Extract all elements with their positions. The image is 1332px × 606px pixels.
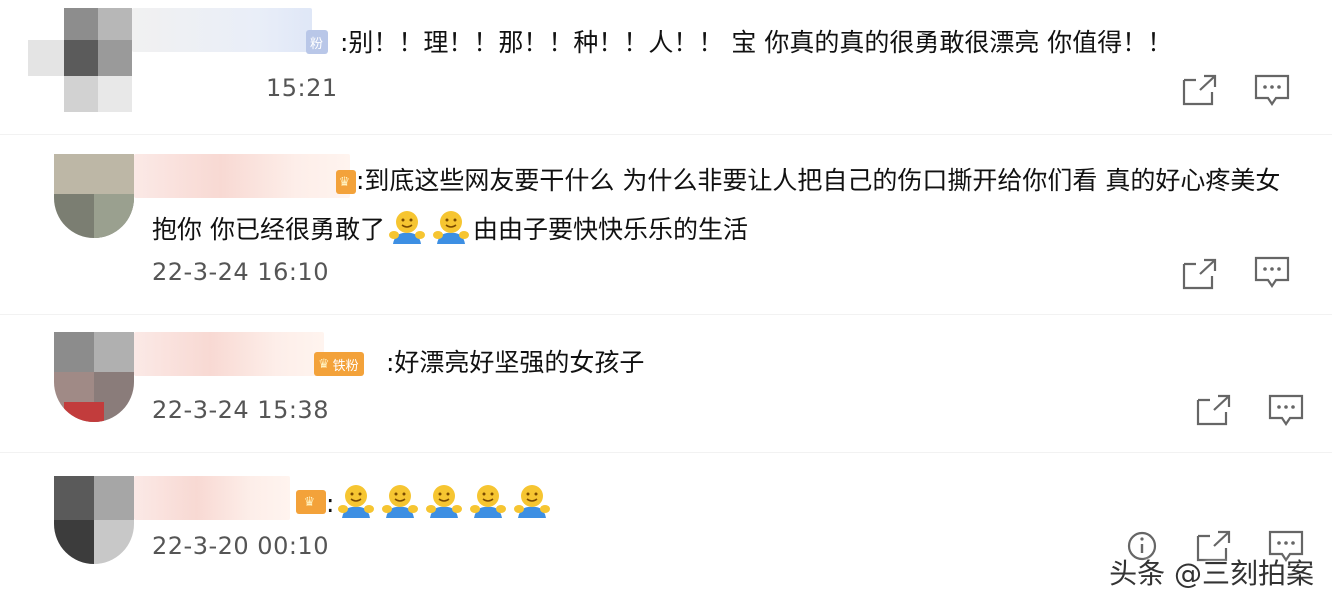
comment-text: : [326,482,554,521]
hug-emoji [387,208,427,246]
badge-label: 铁粉 [332,358,359,374]
username-blurred[interactable] [134,476,290,520]
share-icon[interactable] [1182,74,1218,106]
comment-item-2: ♛ :到底这些网友要干什么 为什么非要让人把自己的伤口撕开给你们看 真的好心疼美… [0,140,1332,310]
hug-emoji [424,482,464,520]
hug-emoji [336,482,376,520]
fan-badge: ♛ [336,170,356,194]
badge-label: 粉 [310,36,324,52]
hug-emoji [380,482,420,520]
avatar[interactable] [54,332,134,422]
timestamp: 22-3-24 15:38 [152,396,329,424]
username-blurred[interactable] [134,332,324,376]
comment-text: :好漂亮好坚强的女孩子 [386,348,645,377]
comment-item-3: ♛ 铁粉 :好漂亮好坚强的女孩子 22-3-24 15:38 [0,320,1332,450]
username-blurred[interactable] [132,8,312,52]
comment-text: :到底这些网友要干什么 为什么非要让人把自己的伤口撕开给你们看 真的好心疼美女 [356,166,1281,195]
comment-text-line2: 抱你 你已经很勇敢了 由由子要快快乐乐的生活 [152,208,748,247]
share-icon[interactable] [1196,394,1232,426]
comment-item-1: 粉 :别！！理！！那！！种！！人！！ 宝 你真的真的很勇敢很漂亮 你值得！！ 1… [0,0,1332,130]
comment-icon[interactable] [1254,74,1290,106]
fan-badge: 粉 [306,30,329,54]
timestamp: 15:21 [266,74,338,102]
timestamp: 22-3-24 16:10 [152,258,329,286]
username-blurred[interactable] [134,154,350,198]
timestamp: 22-3-20 00:10 [152,532,329,560]
comment-text-part: 由由子要快快乐乐的生活 [472,215,748,244]
comment-text-part: : [326,489,335,518]
comment-text-part: 抱你 你已经很勇敢了 [152,215,385,244]
avatar[interactable] [28,8,132,112]
hug-emoji [431,208,471,246]
fan-badge: ♛ 铁粉 [314,352,364,376]
watermark: 头条 @三刻拍案 [1109,557,1314,590]
hug-emoji [468,482,508,520]
comment-text: :别！！理！！那！！种！！人！！ 宝 你真的真的很勇敢很漂亮 你值得！！ [340,28,1173,57]
share-icon[interactable] [1182,258,1218,290]
fan-badge: ♛ [296,490,326,514]
comment-icon[interactable] [1268,394,1304,426]
comment-icon[interactable] [1254,256,1290,288]
avatar[interactable] [54,476,134,564]
hug-emoji [512,482,552,520]
avatar[interactable] [54,154,134,238]
